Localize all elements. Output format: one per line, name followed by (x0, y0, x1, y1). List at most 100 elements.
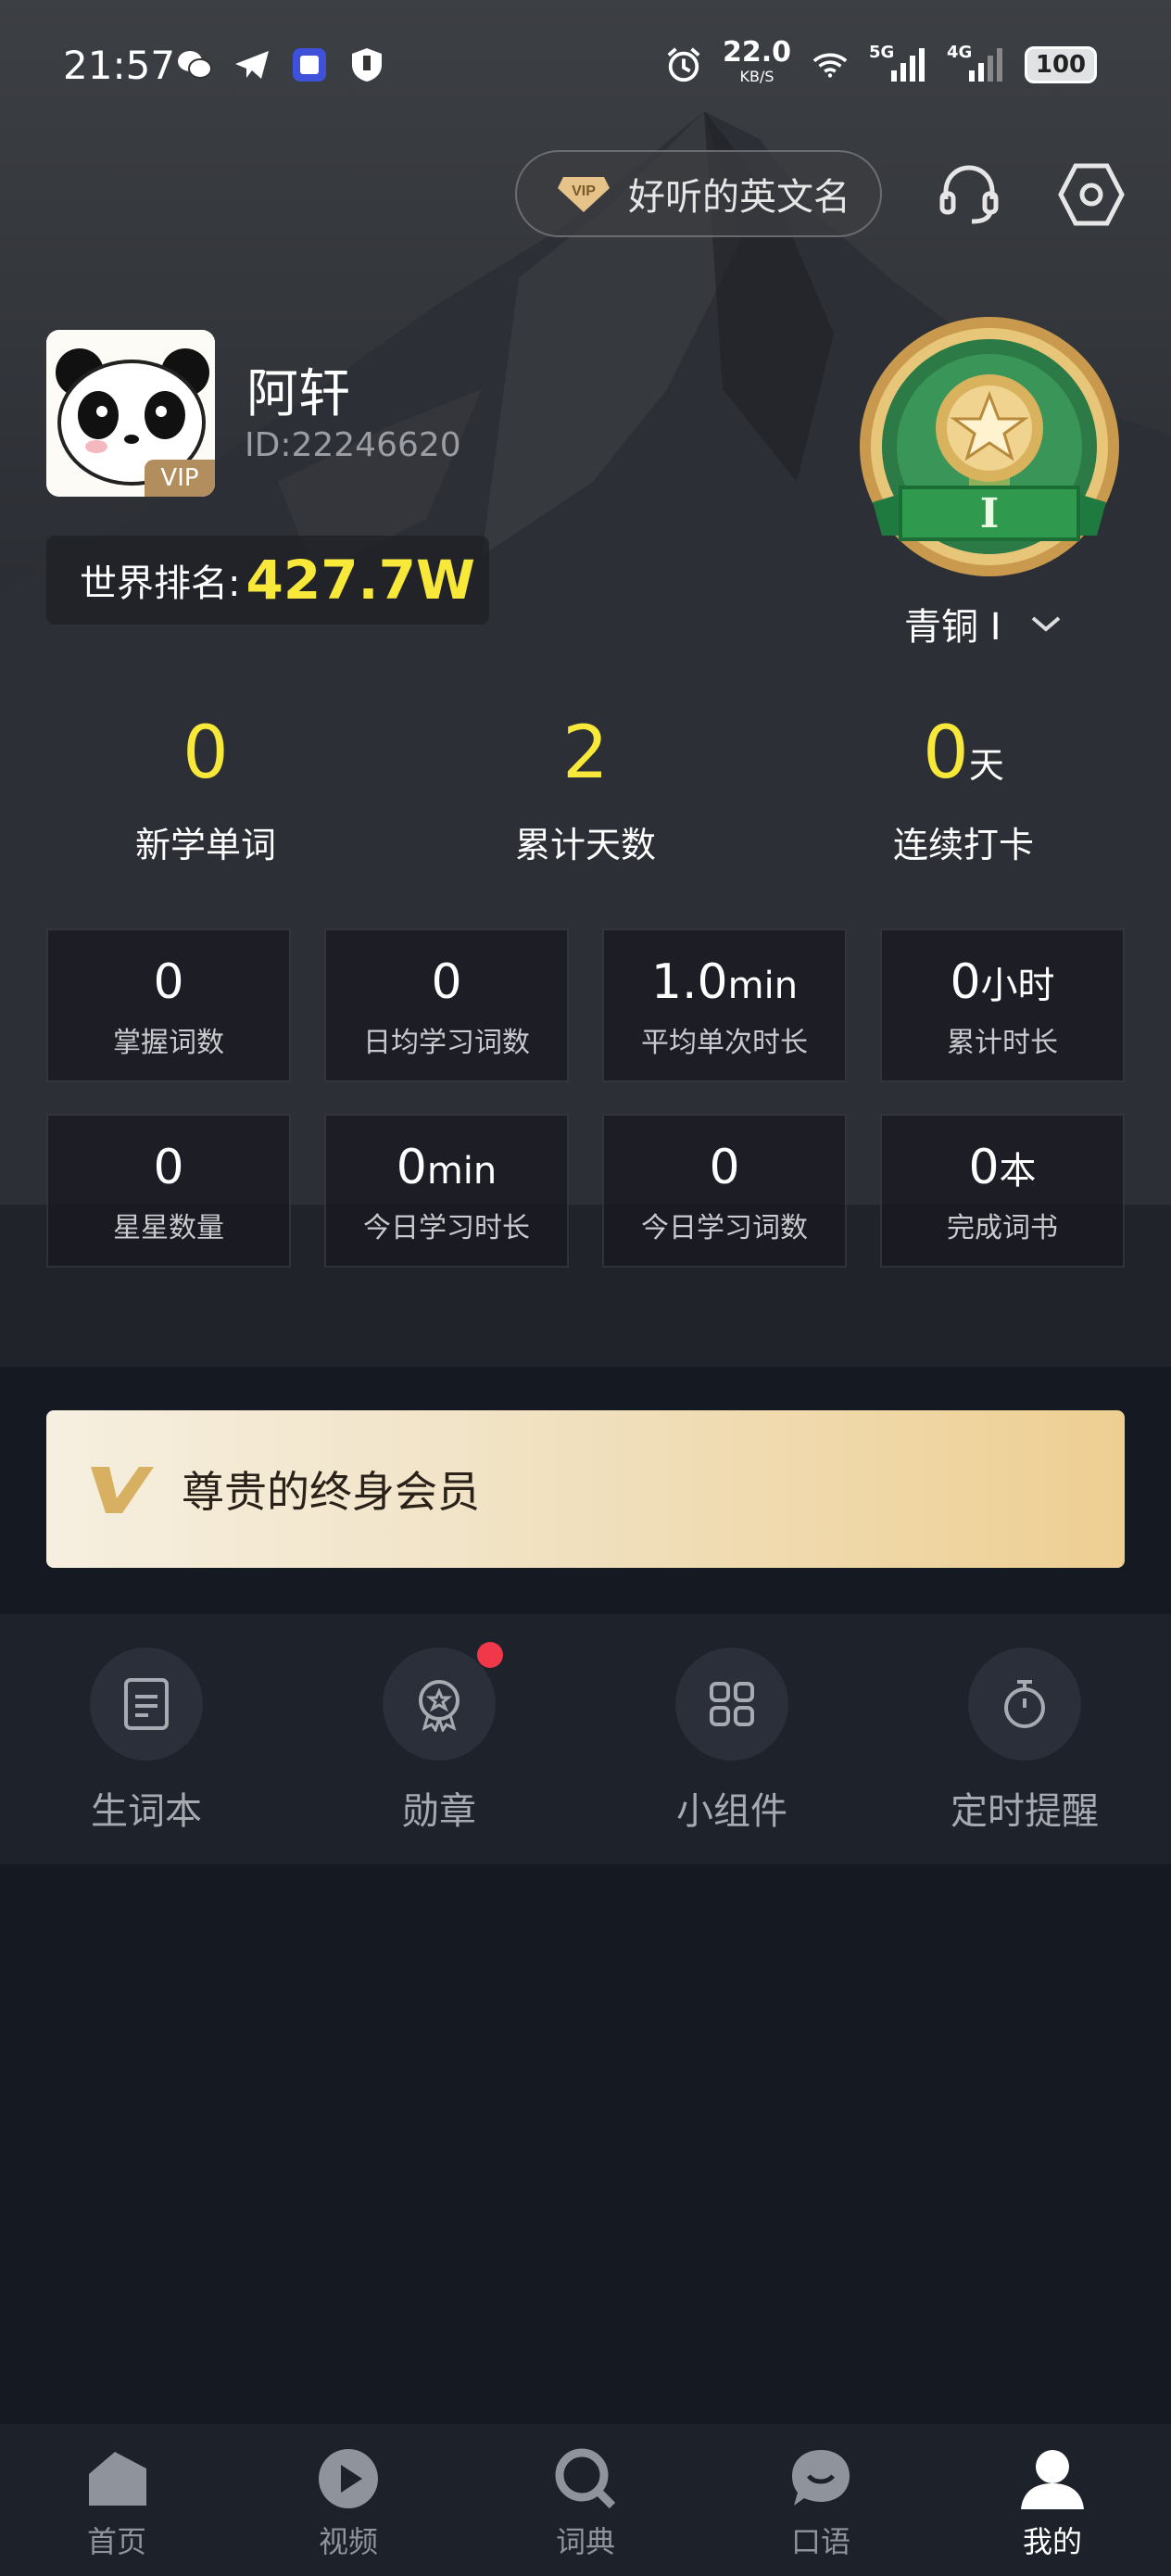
telegram-icon (233, 46, 271, 83)
grid-value: 0 (968, 1140, 1000, 1195)
nav-dictionary[interactable]: 词典 (511, 2443, 660, 2561)
grid-label: 平均单次时长 (641, 1027, 808, 1059)
stat-new-words-label: 新学单词 (134, 825, 276, 865)
avatar-vip-badge: VIP (145, 460, 215, 497)
vip-pill-label: 好听的英文名 (628, 176, 850, 219)
alarm-icon (665, 46, 702, 83)
tool-vocabulary-notebook[interactable]: 生词本 (44, 1648, 248, 1835)
stat-new-words-value: 0 (183, 712, 229, 795)
customer-service-icon[interactable] (930, 156, 1008, 234)
signal-5g-icon: 5G (869, 43, 926, 83)
play-icon (319, 2449, 378, 2508)
tool-label: 小组件 (676, 1790, 787, 1833)
stat-total-days-label: 累计天数 (514, 825, 656, 865)
grid-today-words: 0 今日学习词数 (602, 1114, 847, 1268)
stat-total-days: 2 累计天数 (447, 712, 724, 867)
network-speed: 22.0 KB/S (723, 39, 791, 89)
svg-text:VIP: VIP (572, 183, 596, 199)
grid-unit: 小时 (980, 965, 1055, 1007)
nav-speaking[interactable]: 口语 (747, 2443, 895, 2561)
tool-label: 定时提醒 (951, 1790, 1099, 1833)
tool-label: 勋章 (402, 1790, 476, 1833)
membership-label: 尊贵的终身会员 (182, 1467, 480, 1517)
grid-label: 完成词书 (947, 1212, 1058, 1244)
vip-english-name-button[interactable]: VIP 好听的英文名 (515, 150, 882, 237)
tool-widgets[interactable]: 小组件 (630, 1648, 834, 1835)
stat-streak-label: 连续打卡 (892, 825, 1034, 865)
signal-4g-label: 4G (947, 43, 973, 62)
network-speed-value: 22.0 (722, 36, 791, 69)
tools-row: 生词本 勋章 小组件 定时提醒 (0, 1614, 1171, 1864)
grid-completed-books: 0本 完成词书 (880, 1114, 1125, 1268)
nav-label: 词典 (555, 2524, 615, 2559)
grid-today-study-time: 0min 今日学习时长 (324, 1114, 569, 1268)
nav-profile[interactable]: 我的 (978, 2443, 1127, 2561)
chat-icon (792, 2450, 850, 2506)
signal-5g-label: 5G (869, 43, 895, 62)
user-name: 阿轩 (246, 364, 350, 424)
grid-value: 0 (709, 1140, 740, 1195)
bronze-medal-icon[interactable]: I (854, 317, 1125, 587)
grid-label: 今日学习时长 (363, 1212, 530, 1244)
grid-value: 0 (153, 954, 184, 1010)
stat-streak: 0天 连续打卡 (825, 712, 1102, 867)
tool-medals[interactable]: 勋章 (337, 1642, 541, 1835)
tool-timed-reminder[interactable]: 定时提醒 (923, 1648, 1127, 1835)
home-icon (89, 2452, 146, 2506)
sticker-app-icon (291, 46, 328, 83)
settings-icon[interactable] (1052, 156, 1130, 234)
vip-v-logo-icon (91, 1467, 154, 1513)
bottom-navigation: 首页 视频 词典 口语 我的 (0, 2424, 1171, 2576)
medal-icon (419, 1680, 460, 1732)
timer-icon (1004, 1680, 1045, 1728)
grid-value: 0 (153, 1140, 184, 1195)
stat-streak-unit: 天 (968, 745, 1004, 786)
search-icon (555, 2448, 616, 2509)
shield-icon (348, 46, 385, 83)
world-ranking-value: 427.7W (246, 549, 475, 612)
chevron-down-icon (1031, 616, 1060, 632)
stat-new-words: 0 新学单词 (67, 712, 345, 867)
avatar[interactable]: VIP (46, 330, 215, 497)
grid-unit: min (426, 1150, 497, 1193)
stat-total-days-value: 2 (562, 712, 609, 795)
notification-dot (477, 1642, 503, 1668)
wechat-icon (176, 46, 213, 83)
notebook-icon (124, 1678, 169, 1730)
grid-label: 日均学习词数 (363, 1027, 530, 1059)
grid-value: 0 (431, 954, 462, 1010)
grid-total-time: 0小时 累计时长 (880, 928, 1125, 1082)
grid-unit: min (727, 965, 799, 1007)
widgets-icon (710, 1682, 754, 1726)
status-time: 21:57 (63, 43, 176, 88)
world-ranking[interactable]: 世界排名: 427.7W (46, 536, 489, 625)
system-status-icons: 22.0 KB/S 5G 4G 100 (665, 39, 1097, 89)
grid-value: 1.0 (650, 954, 728, 1010)
medal-level-name: 青铜 I (904, 606, 1001, 649)
medal-level-letter: I (979, 489, 1000, 537)
wifi-icon (812, 46, 849, 83)
grid-value: 0 (950, 954, 981, 1010)
nav-home[interactable]: 首页 (43, 2443, 191, 2561)
medal-level-selector[interactable]: 青铜 I (904, 597, 1063, 650)
grid-label: 星星数量 (113, 1212, 224, 1244)
tool-label: 生词本 (91, 1790, 202, 1833)
grid-value: 0 (396, 1140, 427, 1195)
grid-label: 累计时长 (947, 1027, 1058, 1059)
grid-daily-avg-words: 0 日均学习词数 (324, 928, 569, 1082)
user-id: ID:22246620 (245, 426, 461, 464)
world-ranking-label: 世界排名: (80, 562, 241, 605)
grid-unit: 本 (999, 1150, 1037, 1193)
grid-avg-session-length: 1.0min 平均单次时长 (602, 928, 847, 1082)
signal-4g-icon: 4G (947, 43, 1004, 83)
status-bar: 21:57 22.0 KB/S 5G 4G 100 (0, 0, 1171, 139)
grid-label: 掌握词数 (113, 1027, 224, 1059)
nav-label: 视频 (318, 2524, 378, 2559)
user-icon (1021, 2450, 1084, 2509)
nav-label: 口语 (790, 2524, 850, 2559)
lifetime-membership-banner[interactable]: 尊贵的终身会员 (46, 1410, 1125, 1568)
grid-mastered-words: 0 掌握词数 (46, 928, 291, 1082)
stat-streak-value: 0 (923, 712, 969, 795)
nav-video[interactable]: 视频 (274, 2443, 422, 2561)
grid-label: 今日学习词数 (641, 1212, 808, 1244)
